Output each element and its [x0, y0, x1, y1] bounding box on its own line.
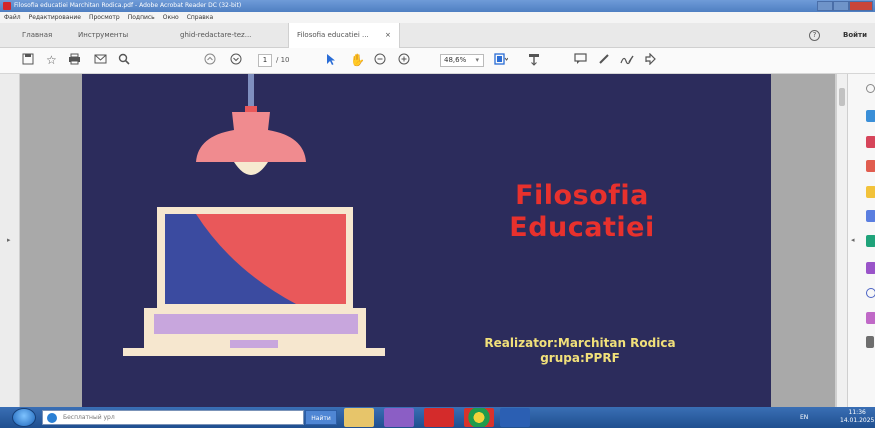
chevron-down-icon: ▾: [475, 56, 479, 64]
zoom-level-value: 48,6%: [444, 56, 467, 64]
laptop-touchpad: [230, 340, 278, 348]
tab-document-label: Filosofia educatiei ...: [297, 31, 369, 39]
scroll-mode-icon[interactable]: [528, 53, 540, 68]
combine-files-icon[interactable]: [866, 210, 875, 222]
system-clock[interactable]: 11:36 14.01.2025: [840, 409, 874, 425]
organize-pages-icon[interactable]: [866, 235, 875, 247]
start-button[interactable]: [12, 408, 36, 427]
page-number-input[interactable]: 1: [258, 54, 272, 67]
windows-taskbar: Бесплатный урл Найти EN 11:36 14.01.2025: [0, 407, 875, 428]
laptop-keyboard: [154, 314, 358, 334]
slide-author: Realizator:Marchitan Rodica: [484, 336, 676, 350]
toolbar: ☆ 1 / 10 ✋ 48,6% ▾: [0, 48, 875, 74]
collapse-pane-icon[interactable]: ◂: [851, 236, 855, 244]
scrollbar-thumb[interactable]: [839, 88, 845, 106]
lamp-cord: [248, 74, 254, 108]
email-icon[interactable]: [94, 53, 107, 68]
window-controls: [817, 1, 873, 11]
lamp-bulb: [234, 162, 268, 175]
send-signature-icon[interactable]: [866, 312, 875, 324]
comment-icon[interactable]: [574, 53, 587, 68]
edit-pdf-icon[interactable]: [866, 160, 875, 172]
lamp-shade: [196, 112, 306, 162]
clock-date: 14.01.2025: [840, 417, 875, 424]
menu-help[interactable]: Справка: [187, 12, 213, 23]
fill-sign-icon[interactable]: [866, 262, 875, 274]
menu-file[interactable]: Файл: [4, 12, 21, 23]
slide-title-line-1: Filosofia: [515, 180, 649, 211]
acrobat-app-icon: [3, 2, 11, 10]
search-icon[interactable]: [118, 53, 130, 68]
tab-bar: Главная Инструменты ghid-redactare-tez..…: [0, 23, 875, 48]
share-icon[interactable]: [644, 52, 657, 68]
minimize-button[interactable]: [817, 1, 833, 11]
zoom-in-icon[interactable]: [398, 53, 410, 68]
slide-title-line-2: Educatiei: [509, 212, 655, 243]
title-bar: Filosofia educatiei Marchitan Rodica.pdf…: [0, 0, 875, 12]
lamp-cap: [245, 106, 257, 112]
tab-document-ghid[interactable]: ghid-redactare-tez...: [180, 23, 251, 48]
page-up-icon[interactable]: [204, 53, 216, 68]
expand-pane-icon[interactable]: ▸: [7, 236, 11, 244]
acrobat-taskbar-icon[interactable]: [424, 408, 454, 427]
select-tool-icon[interactable]: [326, 53, 336, 68]
clock-time: 11:36: [848, 409, 866, 416]
acrobat-window: Filosofia educatiei Marchitan Rodica.pdf…: [0, 0, 875, 428]
find-button[interactable]: Найти: [305, 410, 337, 425]
export-pdf-icon[interactable]: [866, 136, 875, 148]
tray-language[interactable]: EN: [800, 407, 808, 428]
create-pdf-icon[interactable]: [866, 110, 875, 122]
protect-icon[interactable]: [866, 288, 875, 298]
zoom-level-select[interactable]: 48,6% ▾: [440, 54, 484, 67]
tab-document-filosofia[interactable]: Filosofia educatiei ... ×: [288, 23, 400, 48]
navigation-pane: ▸: [0, 74, 20, 407]
menu-edit[interactable]: Редактирование: [29, 12, 81, 23]
pdf-page: Filosofia Educatiei Realizator:Marchitan…: [82, 74, 771, 407]
page-down-icon[interactable]: [230, 53, 242, 68]
laptop-bottom: [123, 348, 385, 356]
tab-tools[interactable]: Инструменты: [78, 23, 128, 48]
menu-view[interactable]: Просмотр: [89, 12, 120, 23]
window-title: Filosofia educatiei Marchitan Rodica.pdf…: [14, 2, 242, 9]
close-tab-icon[interactable]: ×: [385, 23, 391, 48]
zoom-out-icon[interactable]: [374, 53, 386, 68]
print-icon[interactable]: [68, 53, 81, 68]
search-placeholder: Бесплатный урл: [63, 414, 115, 421]
chrome-icon[interactable]: [464, 408, 494, 427]
comment-tool-icon[interactable]: [866, 186, 875, 198]
slide-group: grupa:PPRF: [540, 351, 620, 365]
menu-bar: Файл Редактирование Просмотр Подпись Окн…: [0, 12, 875, 23]
tab-home[interactable]: Главная: [22, 23, 52, 48]
help-icon[interactable]: ?: [809, 30, 820, 41]
fit-page-icon[interactable]: [494, 53, 509, 68]
save-icon[interactable]: [22, 53, 34, 68]
vertical-scrollbar[interactable]: [836, 74, 847, 407]
menu-sign[interactable]: Подпись: [128, 12, 155, 23]
bookmark-star-icon[interactable]: ☆: [46, 53, 57, 68]
highlight-pen-icon[interactable]: [598, 53, 610, 68]
file-explorer-icon[interactable]: [344, 408, 374, 427]
browser-search-icon: [47, 413, 57, 423]
search-tools-icon[interactable]: [866, 84, 875, 93]
signin-button[interactable]: Войти: [843, 23, 867, 48]
word-icon[interactable]: [500, 408, 530, 427]
maximize-button[interactable]: [832, 1, 849, 11]
menu-window[interactable]: Окно: [163, 12, 179, 23]
page-total: / 10: [276, 56, 290, 64]
taskbar-search-input[interactable]: Бесплатный урл: [42, 410, 304, 425]
hand-tool-icon[interactable]: ✋: [350, 53, 365, 68]
draw-sign-icon[interactable]: [620, 53, 634, 68]
close-window-button[interactable]: [848, 1, 873, 11]
viber-icon[interactable]: [384, 408, 414, 427]
more-tools-icon[interactable]: [866, 336, 874, 348]
